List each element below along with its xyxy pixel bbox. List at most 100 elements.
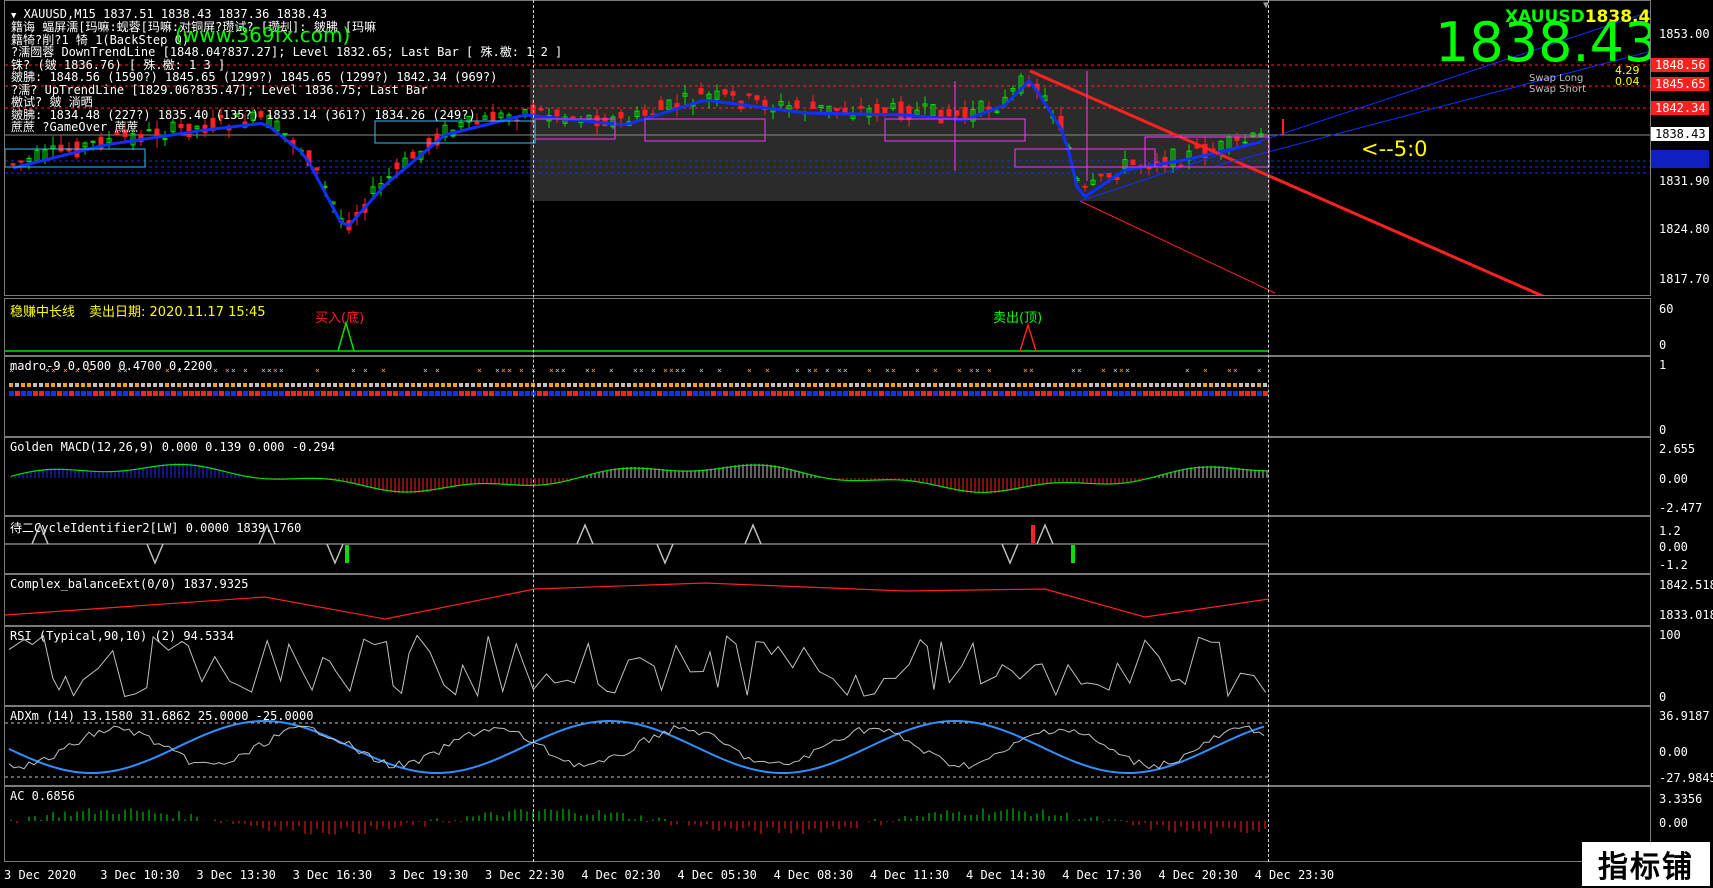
madro-block <box>597 383 601 387</box>
madro-block <box>1005 383 1009 387</box>
madro-mark: × <box>807 366 812 375</box>
madro-block <box>639 383 643 387</box>
madro-block <box>435 383 439 387</box>
madro-strip <box>537 391 542 396</box>
madro-strip <box>99 391 104 396</box>
main-price-pane[interactable]: ▼ XAUUSD,M15 1837.51 1838.43 1837.36 183… <box>4 0 1651 296</box>
madro-strip <box>723 391 728 396</box>
pane-macd[interactable]: Golden MACD(12,26,9) 0.000 0.139 0.000 -… <box>4 437 1651 516</box>
madro-strip <box>615 391 620 396</box>
madro-mark: × <box>351 366 356 375</box>
level-box-red: 1842.34 <box>1651 101 1709 115</box>
period-separator-line <box>533 0 534 862</box>
madro-block <box>1161 383 1165 387</box>
madro-block <box>1017 383 1021 387</box>
madro-block <box>1179 383 1183 387</box>
candle-body <box>754 95 760 101</box>
pane-balance[interactable]: Complex_balanceExt(0/0) 1837.9325 <box>4 574 1651 626</box>
pane-rsi[interactable]: RSI (Typical,90,10) (2) 94.5334 <box>4 626 1651 706</box>
madro-block <box>225 383 229 387</box>
madro-strip <box>285 391 290 396</box>
madro-strip <box>513 391 518 396</box>
time-axis[interactable]: 3 Dec 2020 3 Dec 10:30 3 Dec 13:30 3 Dec 16… <box>0 862 1713 888</box>
madro-mark: × <box>243 366 248 375</box>
madro-block <box>897 383 901 387</box>
pane-adx[interactable]: ADXm (14) 13.1580 31.6862 25.0000 -25.00… <box>4 706 1651 786</box>
madro-strip <box>573 391 578 396</box>
madro-strip <box>1035 391 1040 396</box>
madro-strip <box>645 391 650 396</box>
candle-body <box>698 88 704 95</box>
candle-body <box>410 151 416 159</box>
shift-marker-icon[interactable]: ▼ <box>1263 0 1269 11</box>
madro-mark: × <box>837 366 842 375</box>
madro-strip <box>1251 391 1256 396</box>
madro-block <box>915 383 919 387</box>
madro-block <box>813 383 817 387</box>
y-tick: 1.2 <box>1659 524 1681 538</box>
madro-strip <box>567 391 572 396</box>
madro-block <box>375 383 379 387</box>
candle-body <box>834 108 840 112</box>
madro-mark: × <box>1119 366 1124 375</box>
pane-madro[interactable]: × × × × × × × × × × × × × × × × × × × × × × × × × × × × × × × × × × × × × × × ×… <box>4 356 1651 437</box>
madro-block <box>585 383 589 387</box>
madro-block <box>969 383 973 387</box>
candle-body <box>946 109 952 117</box>
cycle-spike <box>1036 523 1054 545</box>
madro-block <box>837 383 841 387</box>
madro-block <box>903 383 907 387</box>
madro-strip <box>477 391 482 396</box>
rsi-line <box>8 634 1267 698</box>
madro-block <box>177 383 181 387</box>
candle-body <box>1082 185 1088 188</box>
madro-block <box>1125 383 1129 387</box>
y-tick: 1842.5185 <box>1659 578 1713 592</box>
pane-zhongchangxian[interactable]: 稳赚中长线 卖出日期: 2020.11.17 15:45 买入(底) 卖出(顶) <box>4 298 1651 356</box>
price-axis[interactable]: 1853.00 1848.56 1845.65 1842.34 1838.43 … <box>1651 0 1713 862</box>
madro-block <box>207 383 211 387</box>
madro-block <box>417 383 421 387</box>
madro-strip <box>1239 391 1244 396</box>
madro-block <box>783 383 787 387</box>
madro-strip <box>729 391 734 396</box>
madro-block <box>117 383 121 387</box>
candle-body <box>722 89 728 95</box>
madro-block <box>123 383 127 387</box>
candle-body <box>746 93 752 96</box>
pane-cycle[interactable]: 待二CycleIdentifier2[LW] 0.0000 1839.1760 <box>4 516 1651 574</box>
madro-block <box>411 383 415 387</box>
y-tick: 1831.90 <box>1659 174 1710 188</box>
cycle-signal-bar <box>1071 545 1075 563</box>
madro-strip <box>453 391 458 396</box>
madro-strip <box>315 391 320 396</box>
madro-block <box>15 383 19 387</box>
pane-ac[interactable]: AC 0.6856 <box>4 786 1651 862</box>
chart-window[interactable]: ▼ XAUUSD,M15 1837.51 1838.43 1837.36 183… <box>0 0 1713 888</box>
madro-block <box>1041 383 1045 387</box>
madro-block <box>45 383 49 387</box>
madro-strip <box>1227 391 1232 396</box>
madro-strip <box>1245 391 1250 396</box>
adx-label: ADXm (14) 13.1580 31.6862 25.0000 -25.00… <box>10 709 314 723</box>
y-tick: 0.00 <box>1659 472 1688 486</box>
madro-strip <box>807 391 812 396</box>
madro-block <box>681 383 685 387</box>
madro-strip <box>783 391 788 396</box>
madro-block <box>135 383 139 387</box>
madro-block <box>69 383 73 387</box>
madro-strip <box>213 391 218 396</box>
cycle-spike <box>744 523 762 545</box>
madro-strip <box>1125 391 1130 396</box>
madro-block <box>1095 383 1099 387</box>
madro-mark: × <box>1071 366 1076 375</box>
madro-block <box>333 383 337 387</box>
madro-strip <box>261 391 266 396</box>
madro-strip <box>837 391 842 396</box>
madro-strip <box>711 391 716 396</box>
madro-strip <box>459 391 464 396</box>
madro-strip <box>405 391 410 396</box>
madro-strip <box>429 391 434 396</box>
madro-strip <box>387 391 392 396</box>
madro-strip <box>1107 391 1112 396</box>
